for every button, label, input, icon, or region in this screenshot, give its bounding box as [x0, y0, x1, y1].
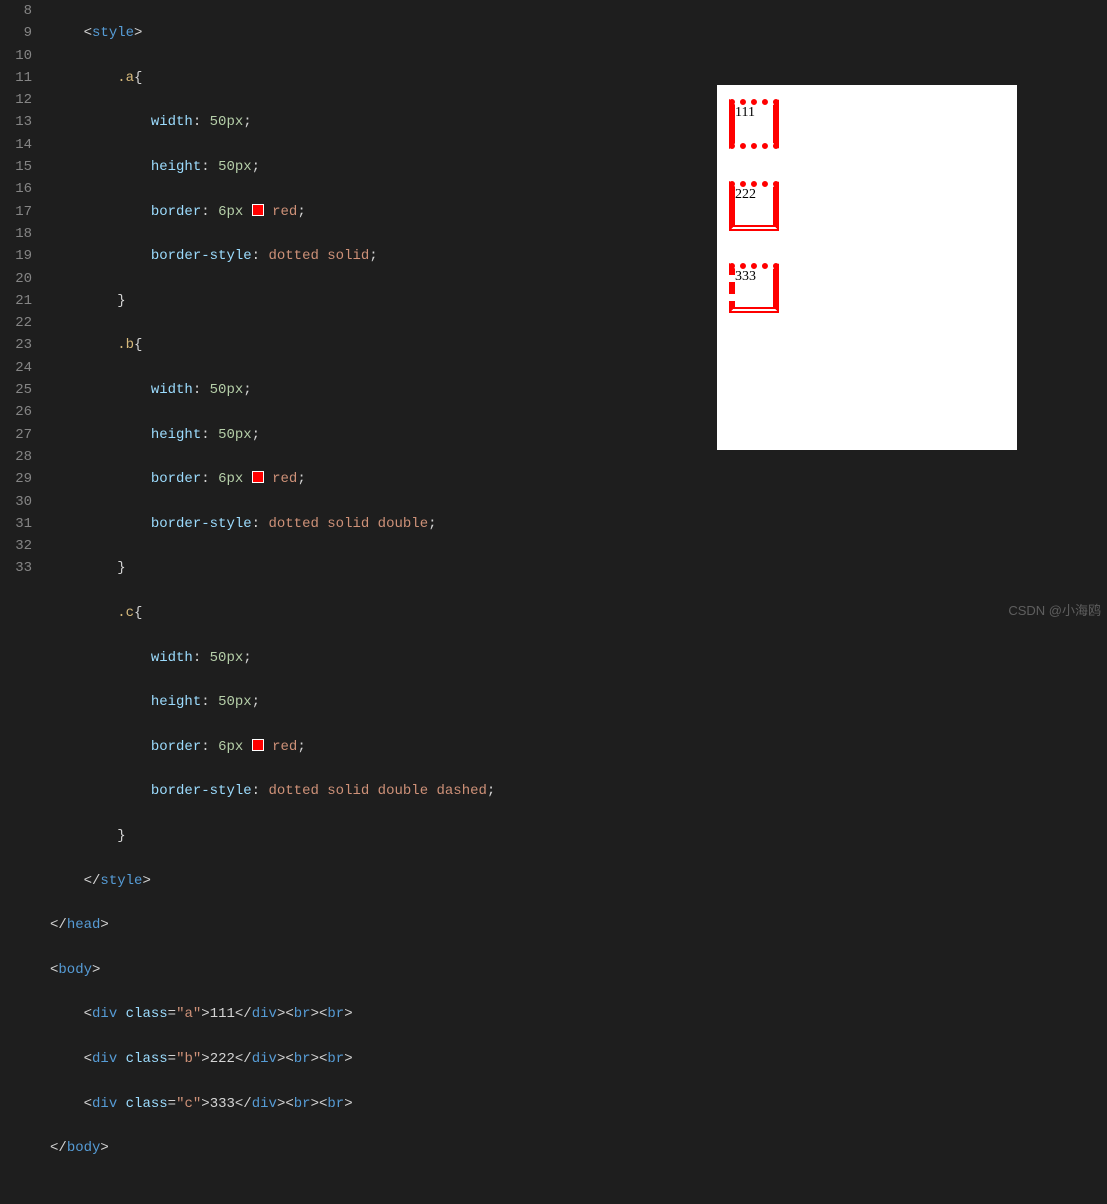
line-number: 9 [0, 22, 32, 44]
line-number: 26 [0, 401, 32, 423]
line-number: 27 [0, 424, 32, 446]
watermark: CSDN @小海鸥 [1008, 600, 1101, 619]
line-number: 29 [0, 468, 32, 490]
line-number: 23 [0, 334, 32, 356]
line-number: 30 [0, 491, 32, 513]
line-number: 24 [0, 357, 32, 379]
box-a: 111 [729, 99, 779, 149]
box-b: 222 [729, 181, 779, 231]
line-number: 14 [0, 134, 32, 156]
line-number: 15 [0, 156, 32, 178]
line-number: 22 [0, 312, 32, 334]
line-number: 20 [0, 268, 32, 290]
line-number: 31 [0, 513, 32, 535]
line-number: 8 [0, 0, 32, 22]
line-number: 17 [0, 201, 32, 223]
line-number: 25 [0, 379, 32, 401]
box-c: 333 [729, 263, 779, 313]
line-number: 16 [0, 178, 32, 200]
line-number: 21 [0, 290, 32, 312]
line-number: 10 [0, 45, 32, 67]
color-swatch-red [252, 204, 264, 216]
line-number: 19 [0, 245, 32, 267]
line-number: 32 [0, 535, 32, 557]
line-number: 18 [0, 223, 32, 245]
render-preview: 111 222 333 [717, 85, 1017, 450]
line-numbers: 8 9 10 11 12 13 14 15 16 17 18 19 20 21 … [0, 0, 50, 625]
color-swatch-red [252, 739, 264, 751]
line-number: 13 [0, 111, 32, 133]
line-number: 28 [0, 446, 32, 468]
color-swatch-red [252, 471, 264, 483]
line-number: 11 [0, 67, 32, 89]
line-number: 33 [0, 557, 32, 579]
line-number: 12 [0, 89, 32, 111]
